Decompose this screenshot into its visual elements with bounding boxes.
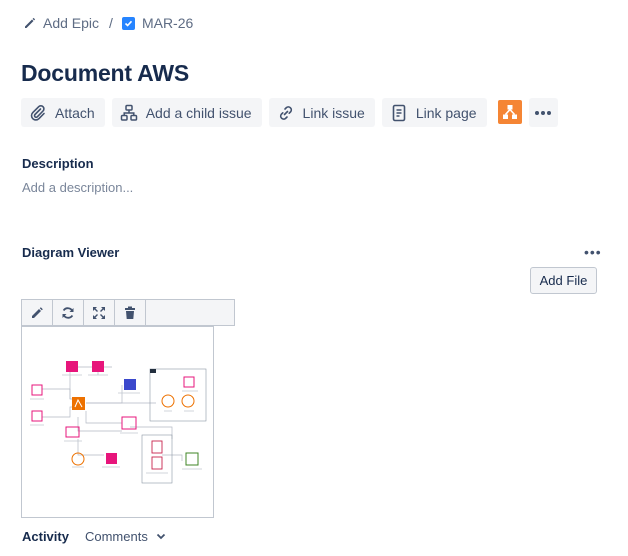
edit-diagram-button[interactable] bbox=[22, 300, 53, 325]
breadcrumb-issue-key: MAR-26 bbox=[141, 15, 194, 31]
breadcrumb-issue[interactable]: MAR-26 bbox=[121, 15, 194, 31]
breadcrumb-parent[interactable]: Add Epic bbox=[24, 15, 99, 31]
diagram-preview[interactable] bbox=[21, 326, 214, 518]
fullscreen-diagram-button[interactable] bbox=[84, 300, 115, 325]
add-child-issue-label: Add a child issue bbox=[145, 104, 252, 121]
edit-icon bbox=[32, 306, 43, 318]
paperclip-icon bbox=[30, 104, 45, 121]
hierarchy-icon bbox=[120, 104, 137, 121]
activity-filter-value: Comments bbox=[84, 529, 148, 544]
pencil-icon bbox=[25, 17, 36, 28]
page-icon bbox=[392, 104, 406, 121]
delete-icon bbox=[125, 306, 135, 319]
refresh-icon bbox=[62, 306, 74, 319]
more-actions-button[interactable] bbox=[528, 98, 558, 127]
attach-button[interactable]: Attach bbox=[21, 98, 105, 127]
refresh-diagram-button[interactable] bbox=[53, 300, 84, 325]
add-child-issue-button[interactable]: Add a child issue bbox=[111, 98, 262, 127]
drawio-app-icon bbox=[502, 105, 517, 119]
link-icon bbox=[279, 105, 292, 120]
more-icon bbox=[535, 110, 552, 115]
checkbox-task-icon bbox=[121, 16, 135, 30]
breadcrumb-parent-label: Add Epic bbox=[43, 15, 100, 31]
link-issue-label: Link issue bbox=[302, 104, 365, 121]
link-issue-button[interactable]: Link issue bbox=[268, 98, 375, 127]
activity-label: Activity bbox=[22, 529, 69, 544]
diagram-viewer-label: Diagram Viewer bbox=[22, 245, 120, 260]
issue-toolbar: Attach Add a child issue Link issue Link… bbox=[21, 98, 558, 127]
link-page-button[interactable]: Link page bbox=[381, 98, 487, 127]
add-file-button[interactable]: Add File bbox=[530, 267, 597, 294]
description-label: Description bbox=[22, 156, 94, 171]
aws-architecture-diagram-thumbnail bbox=[30, 361, 207, 484]
fullscreen-icon bbox=[93, 306, 105, 319]
page-title[interactable]: Document AWS bbox=[21, 60, 189, 87]
diagram-toolbar bbox=[21, 299, 235, 326]
breadcrumb-separator: / bbox=[109, 15, 113, 31]
chevron-down-icon bbox=[156, 533, 165, 540]
delete-diagram-button[interactable] bbox=[115, 300, 146, 325]
diagram-viewer-more-button[interactable]: ••• bbox=[584, 244, 602, 260]
description-field[interactable]: Add a description... bbox=[22, 180, 133, 195]
activity-filter-select[interactable]: Comments bbox=[85, 529, 166, 544]
drawio-app-button[interactable] bbox=[497, 100, 522, 124]
attach-label: Attach bbox=[55, 104, 95, 121]
breadcrumb: Add Epic / MAR-26 bbox=[24, 15, 193, 31]
activity-section: Activity Comments bbox=[22, 529, 166, 544]
link-page-label: Link page bbox=[415, 104, 477, 121]
